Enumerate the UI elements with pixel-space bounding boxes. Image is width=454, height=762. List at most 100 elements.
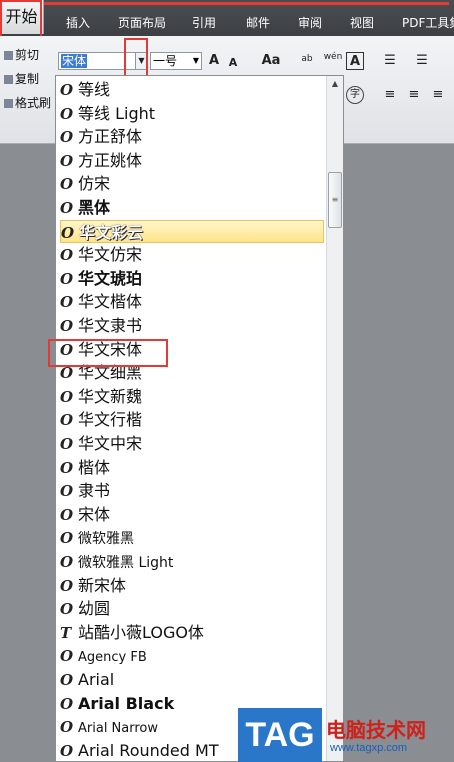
font-option[interactable]: O 微软雅黑 Light bbox=[60, 550, 324, 573]
scroll-up-icon[interactable]: ▲ bbox=[327, 76, 343, 92]
font-option[interactable]: O 华文楷体 bbox=[60, 290, 324, 313]
character-border-button[interactable]: A bbox=[346, 52, 364, 70]
opentype-font-icon: O bbox=[60, 671, 74, 689]
font-option-label: Agency FB bbox=[78, 650, 147, 666]
font-option-label: 宋体 bbox=[78, 504, 111, 524]
opentype-font-icon: O bbox=[60, 246, 74, 265]
align-right-icon[interactable]: ≡ bbox=[428, 86, 448, 104]
font-option-label: 等线 Light bbox=[78, 103, 156, 123]
opentype-font-icon: O bbox=[60, 458, 74, 477]
font-size-select[interactable]: 一号 ▼ bbox=[150, 52, 202, 70]
tab-insert[interactable]: 插入 bbox=[66, 14, 90, 34]
tab-page-layout[interactable]: 页面布局 bbox=[118, 14, 166, 34]
numbered-list-icon[interactable]: ☰ bbox=[412, 52, 432, 70]
font-option-label: Arial Rounded MT bbox=[78, 740, 219, 760]
shrink-font-button[interactable]: A bbox=[226, 54, 240, 72]
font-option[interactable]: O Arial bbox=[60, 668, 324, 691]
cut-button[interactable]: 剪切 bbox=[4, 46, 39, 64]
font-option[interactable]: O 华文隶书 bbox=[60, 314, 324, 337]
font-option[interactable]: O 华文琥珀 bbox=[60, 267, 324, 290]
font-option-label: 华文琥珀 bbox=[78, 268, 143, 288]
opentype-font-icon: O bbox=[60, 387, 74, 406]
font-dropdown-list[interactable]: O 等线 O 等线 Light O 方正舒体 O 方正姚体 O 仿宋 O 黑体 O 华文彩云 O 华文仿宋 O 华… bbox=[55, 75, 344, 762]
opentype-font-icon: O bbox=[60, 529, 74, 548]
font-option-label: 华文行楷 bbox=[78, 410, 143, 430]
font-option[interactable]: O 幼圆 bbox=[60, 597, 324, 620]
tag-logo: TAG bbox=[238, 708, 322, 762]
font-option-label: 华文彩云 bbox=[79, 222, 144, 242]
bullet-list-icon[interactable]: ☰ bbox=[380, 52, 400, 70]
align-left-icon[interactable]: ≡ bbox=[380, 86, 400, 104]
highlight-box-home-tab bbox=[0, 0, 42, 38]
opentype-font-icon: O bbox=[60, 482, 74, 501]
tab-view[interactable]: 视图 bbox=[350, 14, 374, 34]
font-option-label: 黑体 bbox=[78, 198, 111, 217]
scissors-icon bbox=[4, 51, 13, 60]
font-option[interactable]: O 华文中宋 bbox=[60, 432, 324, 455]
opentype-font-icon: O bbox=[60, 269, 74, 288]
site-watermark: TAG 电脑技术网 www.tagxp.com bbox=[238, 708, 454, 762]
font-option-label: Arial Narrow bbox=[78, 721, 159, 737]
font-option-label: 华文隶书 bbox=[78, 316, 143, 335]
tab-pdf-tools[interactable]: PDF工具集 bbox=[402, 14, 454, 34]
font-option[interactable]: O 等线 bbox=[60, 78, 324, 101]
font-option[interactable]: O 华文新魏 bbox=[60, 385, 324, 408]
font-option[interactable]: O 新宋体 bbox=[60, 574, 324, 597]
opentype-font-icon: O bbox=[60, 647, 74, 666]
font-option-label: 站酷小薇LOGO体 bbox=[78, 622, 204, 642]
scroll-thumb[interactable]: ≡ bbox=[328, 172, 342, 228]
copy-button[interactable]: 复制 bbox=[4, 70, 39, 88]
font-option-label: 仿宋 bbox=[78, 174, 111, 194]
font-option[interactable]: O 黑体 bbox=[60, 196, 324, 219]
font-option[interactable]: O 方正姚体 bbox=[60, 149, 324, 172]
tab-references[interactable]: 引用 bbox=[192, 14, 216, 34]
opentype-font-icon: O bbox=[60, 718, 74, 737]
font-option-label: 微软雅黑 Light bbox=[78, 555, 174, 571]
opentype-font-icon: O bbox=[60, 741, 74, 760]
phonetic-guide-button[interactable]: wén bbox=[322, 48, 344, 66]
font-option[interactable]: O 等线 Light bbox=[60, 102, 324, 125]
opentype-font-icon: O bbox=[60, 293, 74, 312]
font-option[interactable]: O 楷体 bbox=[60, 456, 324, 479]
font-option[interactable]: O Agency FB bbox=[60, 644, 324, 667]
grow-font-button[interactable]: A bbox=[206, 52, 222, 70]
change-case-button[interactable]: Aa bbox=[256, 52, 286, 70]
highlight-box-selected-font bbox=[48, 339, 168, 367]
top-accent-line bbox=[44, 2, 449, 5]
opentype-font-icon: O bbox=[60, 576, 74, 595]
font-option[interactable]: O 方正舒体 bbox=[60, 125, 324, 148]
opentype-font-icon: O bbox=[60, 151, 74, 170]
font-option-label: 华文新魏 bbox=[78, 386, 143, 406]
enclose-character-button[interactable]: 字 bbox=[346, 86, 364, 104]
chevron-down-icon: ▼ bbox=[192, 56, 199, 65]
clear-format-button[interactable]: ab bbox=[296, 50, 318, 68]
font-option[interactable]: O 华文彩云 bbox=[60, 219, 324, 243]
brush-icon bbox=[4, 99, 13, 108]
font-option-label: Arial bbox=[78, 670, 115, 689]
align-center-icon[interactable]: ≡ bbox=[404, 86, 424, 104]
scrollbar[interactable]: ▲ ≡ bbox=[326, 76, 343, 761]
tab-review[interactable]: 审阅 bbox=[298, 14, 322, 34]
font-option-label: 幼圆 bbox=[78, 599, 111, 619]
opentype-font-icon: O bbox=[60, 175, 74, 194]
font-option[interactable]: T 站酷小薇LOGO体 bbox=[60, 621, 324, 644]
watermark-title: 电脑技术网 bbox=[326, 718, 426, 742]
opentype-font-icon: O bbox=[60, 104, 74, 123]
font-option[interactable]: O 隶书 bbox=[60, 479, 324, 502]
opentype-font-icon: O bbox=[60, 553, 74, 571]
opentype-font-icon: O bbox=[60, 81, 74, 99]
opentype-font-icon: O bbox=[60, 600, 74, 619]
font-option[interactable]: O 仿宋 bbox=[60, 172, 324, 195]
font-option[interactable]: O 微软雅黑 bbox=[60, 526, 324, 549]
opentype-font-icon: O bbox=[60, 505, 74, 524]
opentype-font-icon: O bbox=[61, 223, 75, 242]
opentype-font-icon: O bbox=[60, 694, 74, 713]
font-option-label: 新宋体 bbox=[78, 575, 127, 595]
font-option-label: 华文中宋 bbox=[78, 434, 143, 453]
font-option[interactable]: O 华文行楷 bbox=[60, 408, 324, 431]
tab-mailings[interactable]: 邮件 bbox=[246, 14, 270, 34]
font-option[interactable]: O 宋体 bbox=[60, 503, 324, 526]
font-option-label: 华文楷体 bbox=[78, 292, 143, 312]
font-option[interactable]: O 华文仿宋 bbox=[60, 243, 324, 266]
format-painter-button[interactable]: 格式刷 bbox=[4, 94, 51, 112]
